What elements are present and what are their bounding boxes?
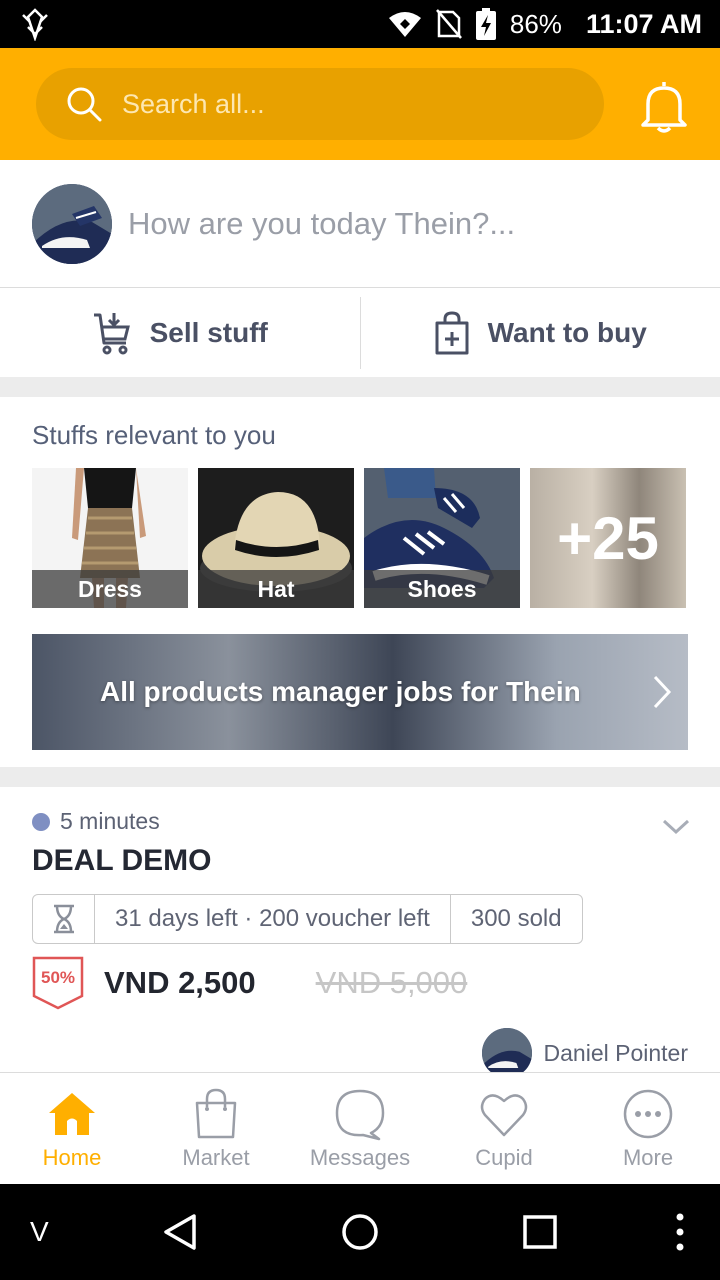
clock: 11:07 AM	[585, 8, 702, 39]
no-sim-icon	[435, 9, 462, 39]
deal-meta: 31 days left · 200 voucher left 300 sold	[32, 894, 583, 944]
deal-time-row: 5 minutes	[32, 808, 160, 835]
status-dot	[32, 812, 50, 831]
sold-count: 300 sold	[470, 905, 562, 932]
app-logo-icon	[22, 8, 48, 41]
sell-stuff-button[interactable]: Sell stuff	[0, 289, 360, 377]
more-count: +25	[557, 504, 659, 572]
tile-label: Hat	[198, 570, 354, 608]
chat-bubble-icon	[335, 1089, 385, 1140]
seller-avatar[interactable]	[481, 1028, 532, 1078]
shopping-bag-plus-icon	[435, 311, 469, 355]
relevant-section-title: Stuffs relevant to you	[32, 420, 276, 450]
sell-stuff-label: Sell stuff	[149, 317, 268, 348]
recents-icon[interactable]	[522, 1214, 558, 1250]
deal-title: DEAL DEMO	[32, 844, 212, 877]
days-vouchers-left: 31 days left · 200 voucher left	[95, 895, 451, 943]
want-to-buy-button[interactable]: Want to buy	[361, 289, 720, 377]
app-header: Search all...	[0, 48, 720, 160]
overflow-menu-icon[interactable]	[672, 1212, 688, 1252]
nav-market[interactable]: Market	[144, 1073, 288, 1184]
deal-price: VND 2,500	[104, 965, 256, 1000]
section-separator	[0, 767, 720, 787]
hourglass-cell	[33, 895, 95, 943]
search-bar[interactable]: Search all...	[36, 68, 604, 140]
jobs-banner[interactable]: All products manager jobs for Thein	[32, 634, 688, 750]
wifi-icon	[388, 12, 421, 37]
status-composer[interactable]: How are you today Thein?...	[0, 160, 720, 288]
status-bar: 86% 11:07 AM	[0, 0, 720, 48]
battery-percent: 86%	[509, 8, 562, 39]
nav-label: More	[622, 1144, 674, 1170]
nav-cupid[interactable]: Cupid	[432, 1073, 576, 1184]
tile-label: Shoes	[364, 570, 520, 608]
want-to-buy-label: Want to buy	[487, 317, 647, 348]
jobs-banner-text: All products manager jobs for Thein	[100, 676, 581, 707]
tile-hat[interactable]: Hat	[198, 468, 354, 608]
status-prompt[interactable]: How are you today Thein?...	[128, 206, 515, 242]
seller-name: Daniel Pointer	[543, 1039, 688, 1066]
home-circle-icon[interactable]	[340, 1212, 380, 1252]
nav-label: Cupid	[475, 1144, 533, 1170]
heart-icon	[480, 1093, 528, 1136]
tile-dress[interactable]: Dress	[32, 468, 188, 608]
search-icon	[67, 87, 102, 122]
deal-old-price: VND 5,000	[315, 965, 468, 1000]
tile-more[interactable]: +25	[530, 468, 686, 608]
cart-icon	[93, 313, 130, 355]
hourglass-icon	[53, 904, 74, 934]
seller[interactable]: Daniel Pointer	[481, 1028, 688, 1078]
nav-home[interactable]: Home	[0, 1073, 144, 1184]
tile-label: Dress	[32, 570, 188, 608]
system-nav-label: V	[30, 1216, 49, 1247]
discount-value: 50%	[40, 968, 76, 987]
nav-more[interactable]: More	[576, 1073, 720, 1184]
nav-label: Home	[42, 1144, 102, 1170]
more-dots-icon	[623, 1089, 673, 1138]
tile-shoes[interactable]: Shoes	[364, 468, 520, 608]
chevron-right-icon	[653, 675, 672, 709]
bottom-nav: Home Market Messages Cupid More	[0, 1072, 720, 1184]
deal-card[interactable]: 5 minutes DEAL DEMO 31 days left · 200 v…	[0, 788, 720, 1078]
avatar[interactable]	[32, 183, 112, 264]
back-icon[interactable]	[160, 1212, 200, 1252]
search-input[interactable]: Search all...	[122, 89, 265, 120]
action-bar: Sell stuff Want to buy	[0, 289, 720, 377]
relevant-tiles: Dress Hat Shoes +25	[32, 468, 686, 608]
shopping-bag-icon	[195, 1088, 237, 1138]
nav-label: Market	[182, 1144, 250, 1170]
discount-badge: 50%	[32, 956, 84, 1010]
home-icon	[49, 1092, 95, 1135]
chevron-down-icon[interactable]	[662, 818, 690, 836]
battery-charging-icon	[475, 8, 496, 40]
price-row: 50% VND 2,500 VND 5,000	[32, 956, 467, 1010]
deal-time: 5 minutes	[60, 808, 160, 834]
section-separator	[0, 377, 720, 397]
bell-icon[interactable]	[638, 78, 690, 134]
nav-label: Messages	[309, 1144, 411, 1170]
nav-messages[interactable]: Messages	[288, 1073, 432, 1184]
system-nav-bar: V	[0, 1184, 720, 1280]
